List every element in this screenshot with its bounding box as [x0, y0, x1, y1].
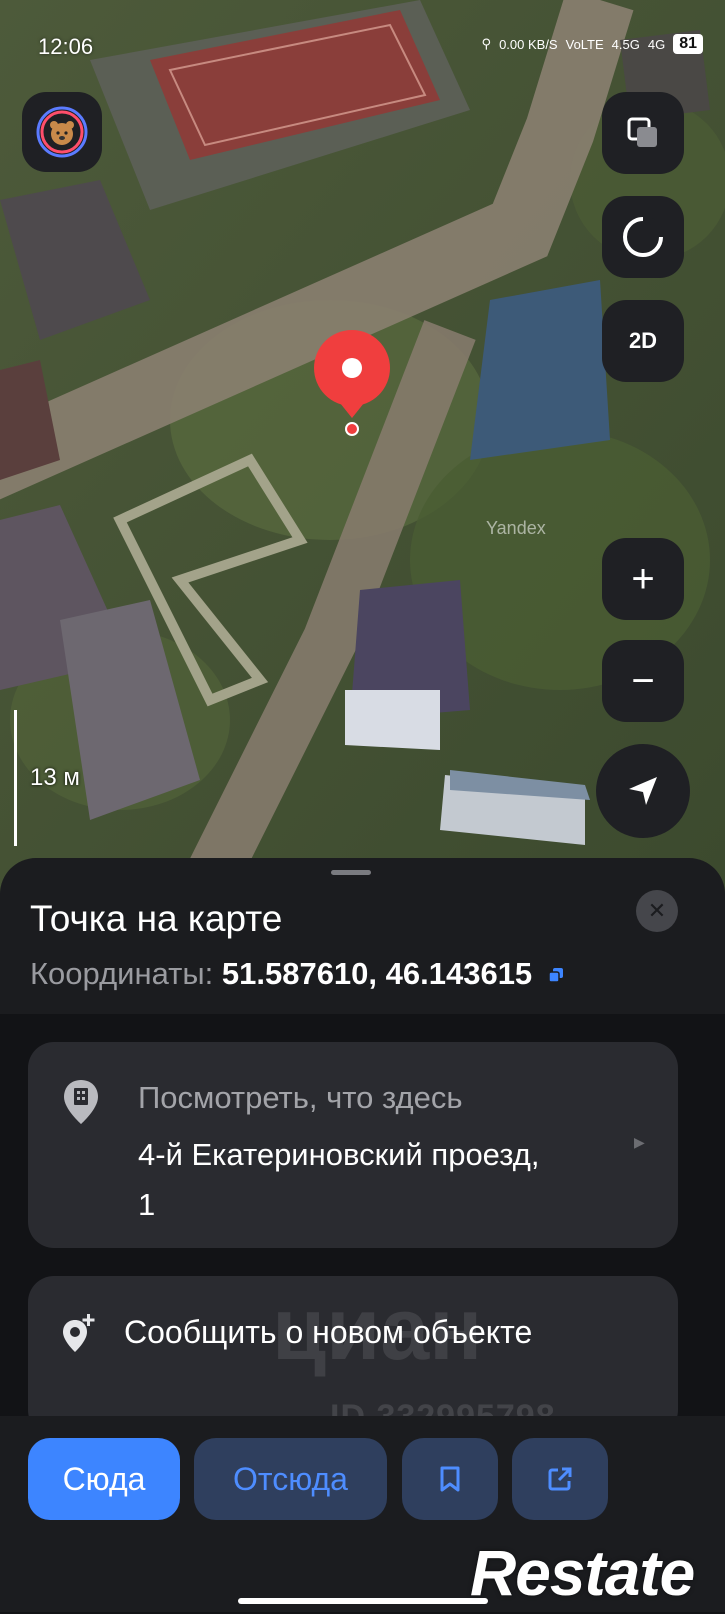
my-location-button[interactable]	[596, 744, 690, 838]
whats-here-label: Посмотреть, что здесь	[138, 1080, 463, 1115]
home-indicator[interactable]	[238, 1598, 488, 1604]
zoom-in-button[interactable]: +	[602, 538, 684, 620]
close-button[interactable]: ✕	[636, 890, 678, 932]
restate-watermark: Restate	[470, 1537, 695, 1609]
signal-4-5g: 4.5G	[611, 36, 640, 52]
coordinates-value[interactable]: 51.587610, 46.143615	[222, 956, 532, 991]
close-icon: ✕	[647, 898, 667, 923]
coordinates-row: Координаты: 51.587610, 46.143615	[30, 956, 563, 992]
sheet-title: Точка на карте	[30, 898, 283, 939]
scale-label: 13 м	[30, 764, 80, 791]
whats-here-card[interactable]: Посмотреть, что здесь 4-й Екатериновский…	[28, 1042, 678, 1248]
navigation-arrow-icon	[629, 777, 657, 805]
copy-icon[interactable]	[548, 968, 563, 982]
battery-level: 81	[673, 34, 703, 54]
volte-badge: VoLTE	[565, 36, 604, 52]
address-text: 4-й Екатериновский проезд, 1	[138, 1137, 540, 1222]
action-bar: Сюда Отсюда Restate	[0, 1416, 725, 1612]
status-icons: ⚲ 0.00 KB/S VoLTE 4.5G 4G 81	[482, 34, 703, 54]
layers-icon	[627, 117, 657, 147]
network-speed: 0.00 KB/S	[499, 36, 558, 52]
building-pin-icon	[64, 1080, 98, 1124]
compass-button[interactable]	[602, 196, 684, 278]
layers-button[interactable]	[602, 92, 684, 174]
location-icon: ⚲	[481, 36, 492, 51]
map-provider-watermark: Yandex	[486, 518, 546, 538]
sheet-handle[interactable]	[331, 870, 371, 875]
scale-bar	[14, 710, 17, 846]
chevron-right-icon: ▶	[634, 1134, 645, 1150]
share-button[interactable]	[512, 1438, 608, 1520]
bookmark-button[interactable]	[402, 1438, 498, 1520]
status-bar: 12:06 ⚲ 0.00 KB/S VoLTE 4.5G 4G 81	[0, 30, 725, 66]
view-mode-button[interactable]: 2D	[602, 300, 684, 382]
status-time: 12:06	[38, 34, 94, 59]
avatar-icon	[36, 106, 88, 158]
add-location-icon	[63, 1314, 95, 1352]
cian-watermark: циан	[272, 1279, 483, 1378]
route-to-here-button[interactable]: Сюда	[28, 1438, 180, 1520]
share-icon	[548, 1467, 572, 1491]
signal-4g: 4G	[647, 36, 666, 52]
coordinates-label: Координаты:	[30, 956, 214, 991]
profile-button[interactable]	[22, 92, 102, 172]
compass-icon	[623, 216, 664, 257]
place-sheet: Точка на карте ✕ Координаты: 51.587610, …	[0, 858, 725, 1614]
route-from-here-button[interactable]: Отсюда	[194, 1438, 387, 1520]
bookmark-icon	[440, 1466, 460, 1492]
zoom-out-button[interactable]: −	[602, 640, 684, 722]
